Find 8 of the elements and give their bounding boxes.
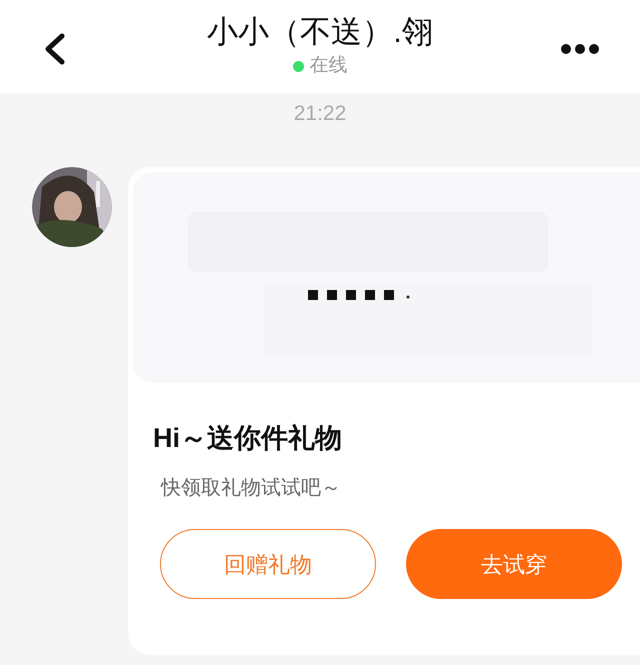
more-icon[interactable] — [560, 43, 600, 55]
gift-title: Hi～送你件礼物 — [153, 422, 343, 455]
try-on-button[interactable]: 去试穿 — [406, 529, 622, 599]
return-gift-button[interactable]: 回赠礼物 — [160, 529, 376, 599]
gift-subtitle: 快领取礼物试试吧～ — [161, 476, 342, 501]
status-text: 在线 — [310, 54, 348, 78]
contact-name: 小小（不送）.翎 — [207, 13, 433, 51]
message-time: 21:22 — [294, 101, 346, 127]
